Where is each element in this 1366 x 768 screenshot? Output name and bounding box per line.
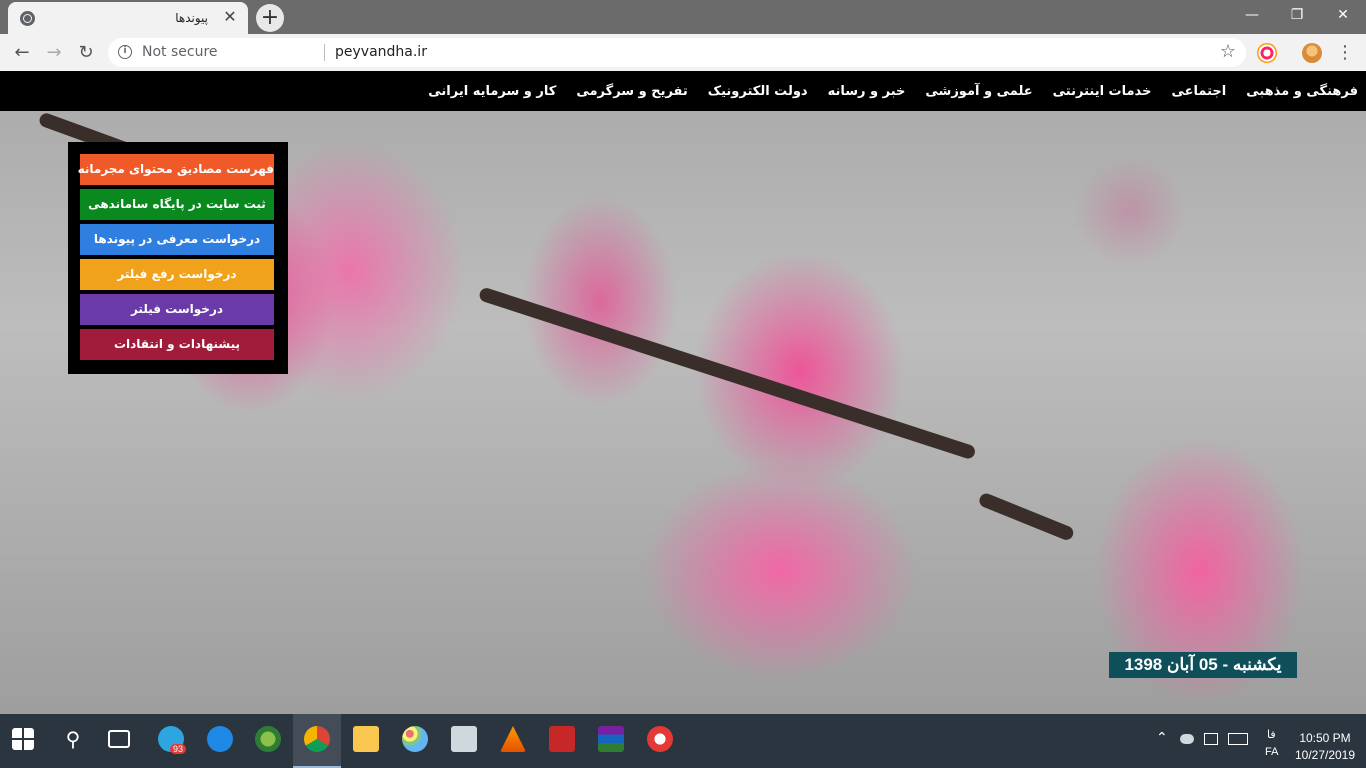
page-viewport: فرهنگی و مذهبی اجتماعی خدمات اینترنتی عل… (0, 71, 1366, 714)
task-view-icon[interactable] (108, 730, 130, 748)
info-icon[interactable]: i (118, 45, 132, 59)
nav-item-science-education[interactable]: علمی و آموزشی (925, 84, 1032, 99)
side-link-panel: فهرست مصادیق محتوای مجرمانه ثبت سایت در … (68, 142, 288, 374)
date-display: یکشنبه - 05 آبان 1398 (1109, 652, 1297, 678)
nav-item-social[interactable]: اجتماعی (1171, 84, 1226, 99)
clock-date: 10/27/2019 (1294, 748, 1356, 762)
register-site-button[interactable]: ثبت سایت در پایگاه ساماندهی (80, 189, 274, 220)
paint-icon[interactable] (402, 726, 428, 752)
extension-icon[interactable] (1257, 43, 1277, 63)
edge-icon[interactable] (207, 726, 233, 752)
search-icon[interactable]: ⚲ (60, 726, 86, 752)
nav-item-culture[interactable]: فرهنگی و مذهبی (1246, 84, 1358, 99)
request-unfilter-button[interactable]: درخواست رفع فیلتر (80, 259, 274, 290)
branch-decoration (477, 286, 977, 461)
minimize-button[interactable]: — (1229, 0, 1275, 30)
security-label[interactable]: Not secure (142, 44, 218, 60)
tray-chevron-icon[interactable]: ⌃ (1156, 730, 1168, 746)
close-window-button[interactable]: ✕ (1320, 0, 1366, 30)
back-button[interactable]: ← (9, 40, 35, 66)
task-manager-icon[interactable] (451, 726, 477, 752)
clock-time: 10:50 PM (1299, 731, 1351, 745)
windows-start-icon[interactable] (12, 728, 34, 750)
browser-tab[interactable]: پیوندها ✕ (8, 2, 248, 34)
acrobat-icon[interactable] (549, 726, 575, 752)
bookmark-star-icon[interactable]: ☆ (1220, 41, 1236, 62)
profile-avatar[interactable] (1302, 43, 1322, 63)
restore-button[interactable]: ❐ (1274, 0, 1320, 30)
browser-menu-icon[interactable]: ⋮ (1336, 40, 1354, 66)
network-icon[interactable] (1204, 733, 1218, 745)
browser-toolbar: ← → ↻ i Not secure peyvandha.ir ☆ ⋮ (0, 34, 1366, 71)
tab-title: پیوندها (175, 11, 208, 25)
chrome-icon[interactable] (304, 726, 330, 752)
file-explorer-icon[interactable] (353, 726, 379, 752)
globe-icon (20, 11, 35, 26)
site-top-nav: فرهنگی و مذهبی اجتماعی خدمات اینترنتی عل… (0, 71, 1366, 111)
vlc-icon[interactable] (500, 726, 526, 752)
taskbar: ⚲ 93 ⌃ فا FA 10:50 PM 10/27/2019 (0, 714, 1366, 768)
request-introduction-button[interactable]: درخواست معرفی در پیوندها (80, 224, 274, 255)
forward-button[interactable]: → (41, 40, 67, 66)
keyboard-icon[interactable] (1228, 733, 1248, 745)
nav-item-e-government[interactable]: دولت الکترونیک (708, 84, 808, 99)
winrar-icon[interactable] (598, 726, 624, 752)
reload-button[interactable]: ↻ (73, 40, 99, 66)
url-text[interactable]: peyvandha.ir (335, 44, 427, 60)
feedback-button[interactable]: پیشنهادات و انتقادات (80, 329, 274, 360)
omnibox-divider (324, 44, 325, 61)
grammarly-icon[interactable] (647, 726, 673, 752)
nav-item-entertainment[interactable]: تفریح و سرگرمی (576, 84, 687, 99)
system-clock[interactable]: 10:50 PM 10/27/2019 (1290, 730, 1360, 764)
new-tab-button[interactable]: + (256, 4, 284, 32)
tab-close-button[interactable]: ✕ (220, 7, 240, 27)
request-filter-button[interactable]: درخواست فیلتر (80, 294, 274, 325)
onedrive-icon[interactable] (1180, 734, 1194, 744)
language-indicator[interactable]: FA (1265, 746, 1278, 758)
ime-label[interactable]: فا (1267, 728, 1276, 741)
address-bar[interactable]: i Not secure peyvandha.ir ☆ (108, 38, 1246, 67)
browser-titlebar: پیوندها ✕ + — ❐ ✕ (0, 0, 1366, 34)
download-manager-icon[interactable] (255, 726, 281, 752)
telegram-badge: 93 (170, 744, 187, 754)
criminal-content-list-button[interactable]: فهرست مصادیق محتوای مجرمانه (78, 154, 274, 185)
nav-item-internet-services[interactable]: خدمات اینترنتی (1053, 84, 1152, 99)
nav-item-business[interactable]: کار و سرمایه ایرانی (428, 84, 556, 99)
branch-decoration (977, 491, 1076, 542)
nav-item-news-media[interactable]: خبر و رسانه (828, 84, 906, 99)
